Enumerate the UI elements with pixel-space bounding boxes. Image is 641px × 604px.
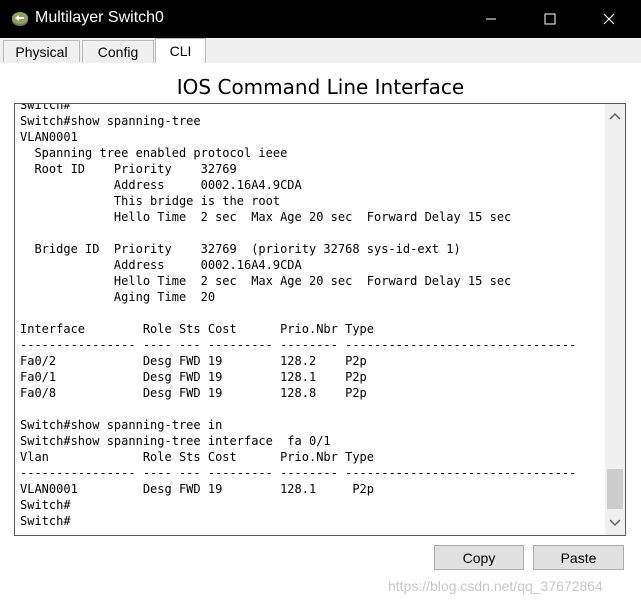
chevron-up-icon xyxy=(609,112,621,120)
console-output[interactable]: Switch# Switch#show spanning-tree VLAN00… xyxy=(20,104,602,529)
watermark-text: https://blog.csdn.net/qq_37672864 xyxy=(388,578,603,594)
minimize-button[interactable] xyxy=(468,0,514,38)
panel-heading: IOS Command Line Interface xyxy=(176,75,465,99)
maximize-icon xyxy=(544,13,556,25)
cli-panel: IOS Command Line Interface Switch# Switc… xyxy=(0,63,641,604)
tab-cli[interactable]: CLI xyxy=(155,38,206,63)
title-bar[interactable]: Multilayer Switch0 xyxy=(0,0,641,38)
tab-physical[interactable]: Physical xyxy=(3,40,80,62)
multilayer-switch-icon xyxy=(10,9,30,29)
close-button[interactable] xyxy=(586,0,632,38)
scrollbar-thumb[interactable] xyxy=(607,469,623,509)
maximize-button[interactable] xyxy=(527,0,573,38)
minimize-icon xyxy=(486,18,496,20)
scroll-down-button[interactable] xyxy=(605,515,625,531)
console-scrollbar[interactable] xyxy=(605,104,625,535)
paste-button[interactable]: Paste xyxy=(533,545,624,570)
close-icon xyxy=(603,13,615,25)
copy-button[interactable]: Copy xyxy=(434,545,524,570)
tab-bar: Physical Config CLI xyxy=(0,38,641,101)
scroll-up-button[interactable] xyxy=(605,108,625,124)
tab-config[interactable]: Config xyxy=(82,40,154,62)
cli-console[interactable]: Switch# Switch#show spanning-tree VLAN00… xyxy=(14,103,626,536)
chevron-down-icon xyxy=(609,519,621,527)
window-title: Multilayer Switch0 xyxy=(35,9,164,26)
